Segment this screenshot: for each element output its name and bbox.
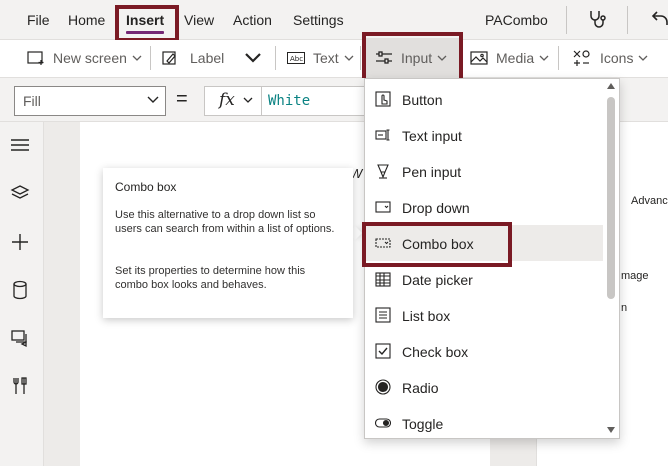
- tooltip-description: Use this alternative to a drop down list…: [115, 209, 335, 235]
- ribbon-divider: [558, 46, 559, 70]
- menu-item-label: Radio: [402, 380, 439, 396]
- menu-item-radio[interactable]: Radio: [365, 369, 603, 405]
- label-button[interactable]: Label: [162, 40, 224, 76]
- tab-home[interactable]: Home: [68, 12, 105, 28]
- insert-tab-highlight: [115, 5, 179, 42]
- tab-file[interactable]: File: [27, 12, 50, 28]
- left-rail: [0, 122, 44, 466]
- menu-item-drop-down[interactable]: Drop down: [365, 189, 603, 225]
- toggle-icon: [375, 418, 391, 428]
- chevron-down-icon: [639, 55, 648, 61]
- label-label: Label: [190, 50, 225, 66]
- ribbon-divider: [360, 46, 361, 70]
- fx-button[interactable]: fx: [204, 86, 262, 116]
- tab-settings[interactable]: Settings: [293, 12, 344, 28]
- ribbon-divider: [275, 46, 276, 70]
- chevron-down-icon: [344, 55, 354, 61]
- chevron-down-icon: [245, 53, 261, 63]
- menu-scrollbar[interactable]: [603, 79, 619, 438]
- tooltip-title: Combo box: [115, 180, 177, 194]
- stethoscope-icon[interactable]: [587, 8, 609, 33]
- menu-item-text-input[interactable]: Text input: [365, 117, 603, 153]
- add-icon[interactable]: [10, 232, 30, 255]
- formula-input[interactable]: White: [262, 86, 372, 116]
- menu-item-label: List box: [402, 308, 451, 324]
- menu-bar: File Home Insert View Action Settings PA…: [0, 0, 668, 40]
- tooltip-details: Set its properties to determine how this…: [115, 265, 306, 291]
- text-label: Text: [313, 50, 339, 66]
- app-name: PACombo: [485, 12, 548, 28]
- equals-sign: =: [176, 88, 188, 110]
- input-button-highlight: [362, 32, 463, 82]
- combo-box-highlight: [362, 222, 512, 267]
- chevron-down-icon: [539, 55, 549, 61]
- button-icon: [375, 91, 391, 107]
- label-dropdown-button[interactable]: [245, 40, 261, 76]
- menu-divider: [627, 6, 628, 34]
- menu-item-list-box[interactable]: List box: [365, 297, 603, 333]
- ribbon-divider: [150, 46, 151, 70]
- menu-item-label: Pen input: [402, 164, 462, 180]
- icons-label: Icons: [600, 50, 634, 66]
- scroll-up-icon[interactable]: [607, 83, 615, 89]
- media-button[interactable]: Media: [470, 40, 549, 76]
- media-label: Media: [496, 50, 535, 66]
- text-button[interactable]: Abc Text: [287, 40, 354, 76]
- pen-icon: [377, 164, 389, 179]
- hamburger-menu-icon[interactable]: [10, 138, 30, 155]
- svg-text:Abc: Abc: [290, 55, 303, 63]
- media-library-icon[interactable]: [10, 328, 30, 351]
- new-screen-label: New screen: [53, 50, 127, 66]
- chevron-down-icon: [132, 55, 142, 61]
- chevron-down-icon: [147, 96, 159, 103]
- menu-item-label: Date picker: [402, 272, 473, 288]
- fx-icon: fx: [219, 90, 235, 110]
- tab-view[interactable]: View: [184, 12, 214, 28]
- scroll-down-icon[interactable]: [607, 427, 615, 433]
- property-select[interactable]: Fill: [14, 86, 166, 116]
- dropdown-icon: [375, 201, 391, 213]
- ribbon: New screen Label Abc Text Input Media Ic…: [0, 38, 668, 78]
- icons-icon: [573, 50, 590, 66]
- undo-icon[interactable]: [651, 9, 668, 32]
- menu-divider: [566, 6, 567, 34]
- menu-item-pen-input[interactable]: Pen input: [365, 153, 603, 189]
- menu-item-label: Button: [402, 92, 443, 108]
- chevron-down-icon: [243, 97, 253, 103]
- text-box-icon: Abc: [287, 52, 305, 64]
- menu-item-button[interactable]: Button: [365, 81, 603, 117]
- property-value: Fill: [23, 93, 41, 109]
- property-label-fragment: n: [621, 302, 628, 314]
- image-property-label: mage: [621, 270, 649, 282]
- radio-icon: [375, 379, 391, 395]
- advanced-tab[interactable]: Advanc: [631, 195, 668, 207]
- scroll-thumb[interactable]: [607, 97, 615, 299]
- label-icon: [162, 51, 176, 65]
- menu-item-toggle[interactable]: Toggle: [365, 405, 603, 438]
- text-input-icon: [375, 129, 390, 141]
- combo-box-tooltip: Combo box Use this alternative to a drop…: [103, 168, 353, 318]
- new-screen-button[interactable]: New screen: [27, 40, 142, 76]
- checkbox-icon: [375, 343, 391, 359]
- menu-item-label: Toggle: [402, 416, 444, 432]
- menu-item-label: Check box: [402, 344, 469, 360]
- list-box-icon: [375, 307, 391, 323]
- tools-icon[interactable]: [10, 376, 30, 399]
- menu-item-label: Drop down: [402, 200, 470, 216]
- image-icon: [470, 51, 488, 65]
- calendar-icon: [375, 272, 391, 287]
- icons-button[interactable]: Icons: [572, 40, 648, 76]
- menu-item-check-box[interactable]: Check box: [365, 333, 603, 369]
- new-screen-icon: [27, 51, 44, 65]
- layers-icon[interactable]: [10, 184, 30, 205]
- tab-action[interactable]: Action: [233, 12, 272, 28]
- menu-item-label: Text input: [402, 128, 462, 144]
- database-icon[interactable]: [10, 280, 30, 303]
